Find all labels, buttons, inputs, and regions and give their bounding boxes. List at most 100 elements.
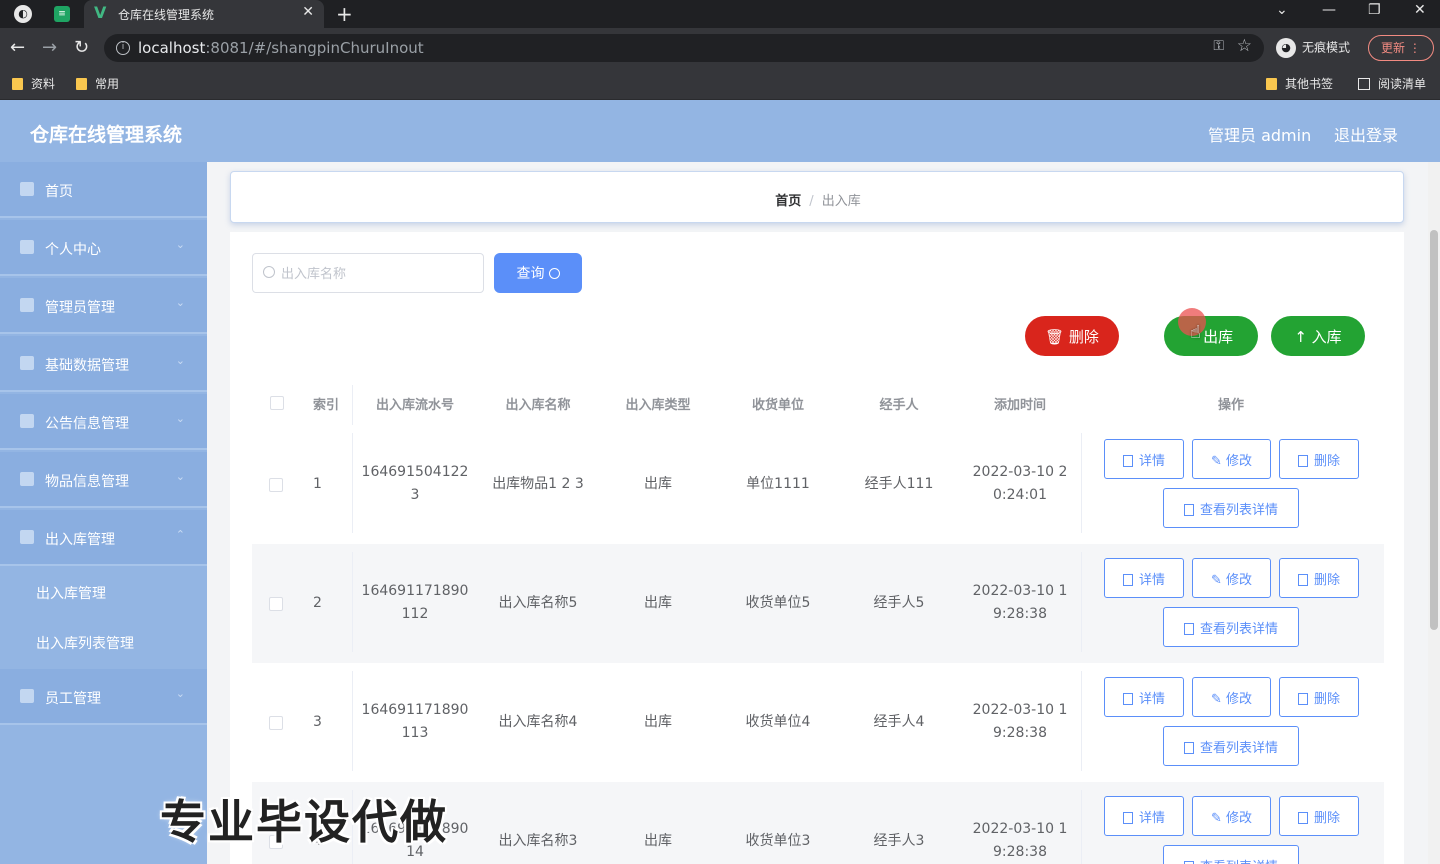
column-divider <box>1081 671 1082 771</box>
sidebar-item-staff[interactable]: 员工管理 ⌄ <box>0 669 207 725</box>
incognito-indicator[interactable]: ◕ 无痕模式 <box>1276 38 1350 58</box>
maximize-button[interactable]: ❐ <box>1368 2 1381 18</box>
chevron-up-icon: ⌃ <box>175 528 185 541</box>
search-icon <box>548 268 560 279</box>
batch-delete-button[interactable]: 🗑 删除 <box>1025 316 1119 356</box>
column-header-serial[interactable]: 出入库流水号 <box>355 394 475 413</box>
cell-time: 2022-03-10 1 9:28:38 <box>972 821 1068 860</box>
chevron-down-icon: ⌄ <box>175 238 185 251</box>
folder-icon <box>12 78 23 90</box>
search-input[interactable] <box>281 263 476 285</box>
row-detail-button[interactable]: 详情 <box>1104 796 1184 836</box>
chevron-down-icon: ⌄ <box>175 354 185 367</box>
row-edit-button[interactable]: ✎ 修改 <box>1192 796 1271 836</box>
minimize-button[interactable]: — <box>1322 2 1336 18</box>
app-title: 仓库在线管理系统 <box>30 124 183 146</box>
cell-type: 出库 <box>644 714 672 730</box>
stock-in-button[interactable]: ↑ 入库 <box>1271 316 1365 356</box>
row-checkbox[interactable] <box>269 597 283 611</box>
select-all-checkbox[interactable] <box>270 396 284 410</box>
document-icon <box>1122 692 1133 705</box>
sidebar-item-profile[interactable]: 个人中心 ⌄ <box>0 220 207 276</box>
row-list-detail-button[interactable]: 查看列表详情 <box>1163 726 1299 766</box>
scrollbar-thumb[interactable] <box>1430 230 1438 630</box>
logout-link[interactable]: 退出登录 <box>1334 122 1398 146</box>
reading-list[interactable]: 阅读清单 <box>1358 75 1426 92</box>
row-list-detail-button[interactable]: 查看列表详情 <box>1163 845 1299 864</box>
cell-index: 3 <box>313 714 322 730</box>
back-arrow-icon[interactable]: ← <box>10 37 25 58</box>
row-detail-button[interactable]: 详情 <box>1104 677 1184 717</box>
browser-tab-active[interactable]: V 仓库在线管理系统 ✕ <box>84 0 324 28</box>
cell-name: 出入库名称4 <box>498 714 578 730</box>
row-delete-button[interactable]: 删除 <box>1279 558 1359 598</box>
column-header-type[interactable]: 出入库类型 <box>598 394 718 413</box>
column-header-name[interactable]: 出入库名称 <box>478 394 598 413</box>
sidebar-item-notice[interactable]: 公告信息管理 ⌄ <box>0 394 207 450</box>
row-checkbox[interactable] <box>269 478 283 492</box>
edit-pen-icon: ✎ <box>1210 691 1226 707</box>
address-bar[interactable]: i localhost:8081/#/shangpinChuruInout ⚿ … <box>104 34 1264 62</box>
column-divider <box>1081 552 1082 652</box>
column-divider <box>1081 790 1082 864</box>
close-window-button[interactable]: ✕ <box>1414 2 1426 18</box>
row-delete-button[interactable]: 删除 <box>1279 796 1359 836</box>
sidebar-item-inout[interactable]: 出入库管理 ⌃ <box>0 510 207 566</box>
document-icon <box>1183 860 1194 864</box>
folder-icon <box>76 78 87 90</box>
row-edit-button[interactable]: ✎ 修改 <box>1192 558 1271 598</box>
column-header-time[interactable]: 添加时间 <box>960 394 1080 413</box>
sidebar-item-base-data[interactable]: 基础数据管理 ⌄ <box>0 336 207 392</box>
row-detail-button[interactable]: 详情 <box>1104 558 1184 598</box>
password-key-icon[interactable]: ⚿ <box>1213 38 1224 54</box>
notice-icon <box>20 414 34 428</box>
cell-name: 出入库名称3 <box>498 833 578 849</box>
row-edit-button[interactable]: ✎ 修改 <box>1192 677 1271 717</box>
row-detail-button[interactable]: 详情 <box>1104 439 1184 479</box>
staff-icon <box>20 689 34 703</box>
search-field[interactable] <box>252 253 484 293</box>
list-icon <box>20 356 34 370</box>
new-tab-button[interactable]: + <box>336 2 353 26</box>
sidebar-item-home[interactable]: 首页 <box>0 162 207 218</box>
row-list-detail-button[interactable]: 查看列表详情 <box>1163 607 1299 647</box>
reload-icon[interactable]: ↻ <box>74 37 89 58</box>
user-icon <box>20 240 34 254</box>
cell-serial: 164691171890 112 <box>361 583 469 622</box>
sidebar-item-goods[interactable]: 物品信息管理 ⌄ <box>0 452 207 508</box>
column-header-unit[interactable]: 收货单位 <box>718 394 838 413</box>
row-list-detail-button[interactable]: 查看列表详情 <box>1163 488 1299 528</box>
bookmarks-bar: 资料 常用 其他书签 阅读清单 <box>0 68 1440 100</box>
edit-pen-icon: ✎ <box>1210 572 1226 588</box>
column-divider <box>352 385 353 425</box>
bookmark-folder-ziliao[interactable]: 资料 <box>12 75 55 92</box>
cell-serial: 164691504122 3 <box>361 464 469 503</box>
site-info-icon[interactable]: i <box>116 41 130 55</box>
browser-menu-icon[interactable]: ◐ <box>14 5 32 23</box>
tab-close-icon[interactable]: ✕ <box>302 4 314 20</box>
bookmark-folder-changyong[interactable]: 常用 <box>76 75 119 92</box>
column-header-index[interactable]: 索引 <box>300 394 352 413</box>
document-icon <box>1122 573 1133 586</box>
row-edit-button[interactable]: ✎ 修改 <box>1192 439 1271 479</box>
breadcrumb-home[interactable]: 首页 <box>775 194 801 209</box>
sidebar-item-admin[interactable]: 管理员管理 ⌄ <box>0 278 207 334</box>
forward-arrow-icon[interactable]: → <box>42 37 57 58</box>
column-divider <box>1081 433 1082 533</box>
bookmark-star-icon[interactable]: ☆ <box>1237 36 1252 56</box>
row-checkbox[interactable] <box>269 716 283 730</box>
bookmark-other[interactable]: 其他书签 <box>1266 75 1333 92</box>
sidebar-subitem-inout-manage[interactable]: 出入库管理 <box>0 566 207 616</box>
query-button[interactable]: 查询 <box>494 253 582 293</box>
vue-logo-icon: V <box>94 3 107 22</box>
breadcrumb-separator: / <box>809 194 814 209</box>
sidebar-subitem-inout-list[interactable]: 出入库列表管理 <box>0 616 207 666</box>
row-delete-button[interactable]: 删除 <box>1279 439 1359 479</box>
tab-search-chevron-icon[interactable]: ⌄ <box>1276 2 1288 18</box>
pinned-tab-icon[interactable]: ≡ <box>54 6 70 22</box>
row-delete-button[interactable]: 删除 <box>1279 677 1359 717</box>
hand-cursor-icon: ☝ <box>1190 322 1201 343</box>
update-button[interactable]: 更新 ⋮ <box>1368 35 1434 61</box>
document-icon <box>1122 454 1133 467</box>
column-header-handler[interactable]: 经手人 <box>839 394 959 413</box>
